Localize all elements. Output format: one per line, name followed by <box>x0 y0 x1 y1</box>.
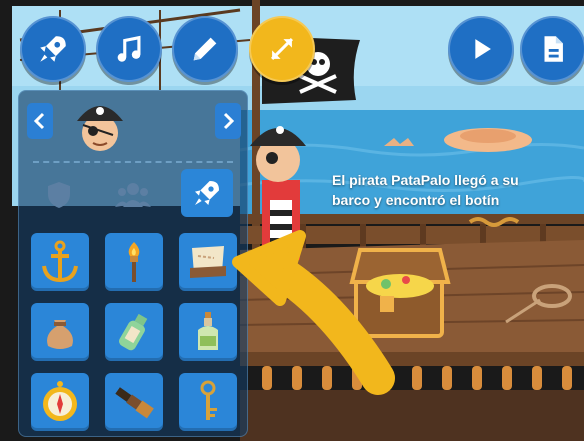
chevron-right-icon <box>223 112 235 130</box>
compass-icon <box>43 381 77 421</box>
item-compass[interactable] <box>31 373 89 431</box>
torch-icon <box>128 242 140 282</box>
group-icon <box>115 183 151 207</box>
play-button[interactable] <box>448 16 514 82</box>
fullscreen-button[interactable] <box>249 16 315 82</box>
treasure-map-icon <box>190 246 226 278</box>
game-scene: El pirata PataPalo llegó a su barco y en… <box>0 0 584 441</box>
category-rocket[interactable] <box>181 169 233 217</box>
rocket-icon <box>195 181 219 205</box>
panel-divider <box>33 161 233 163</box>
anchor-icon <box>42 240 78 283</box>
spyglass-icon <box>115 387 154 419</box>
story-text: El pirata PataPalo llegó a su barco y en… <box>332 170 532 210</box>
document-icon <box>544 36 563 62</box>
money-bag-icon <box>47 320 73 349</box>
key-icon <box>200 380 217 420</box>
rocket-icon <box>40 36 66 62</box>
shield-icon <box>48 182 70 208</box>
item-key[interactable] <box>179 373 237 431</box>
category-group[interactable] <box>107 171 159 219</box>
category-shield[interactable] <box>33 171 85 219</box>
item-treasure-map[interactable] <box>179 233 237 291</box>
play-icon <box>475 39 491 59</box>
music-note-icon <box>117 35 141 62</box>
item-panel <box>18 90 248 437</box>
expand-arrows-icon <box>270 37 294 61</box>
message-bottle-icon <box>119 313 148 351</box>
story-line-2: barco y encontró el botín <box>332 192 500 208</box>
chevron-left-icon <box>33 112 45 130</box>
character-avatar <box>69 95 131 157</box>
rocket-button[interactable] <box>20 16 86 82</box>
item-message-bottle[interactable] <box>105 303 163 361</box>
pencil-icon <box>193 37 217 61</box>
item-torch[interactable] <box>105 233 163 291</box>
music-button[interactable] <box>96 16 162 82</box>
document-button[interactable] <box>520 16 584 82</box>
prev-character-button[interactable] <box>27 103 53 139</box>
item-money-bag[interactable] <box>31 303 89 361</box>
draw-button[interactable] <box>172 16 238 82</box>
rum-bottle-icon <box>198 312 218 350</box>
next-character-button[interactable] <box>215 103 241 139</box>
story-line-1: El pirata PataPalo llegó a su <box>332 172 519 188</box>
item-spyglass[interactable] <box>105 373 163 431</box>
item-rum-bottle[interactable] <box>179 303 237 361</box>
item-anchor[interactable] <box>31 233 89 291</box>
